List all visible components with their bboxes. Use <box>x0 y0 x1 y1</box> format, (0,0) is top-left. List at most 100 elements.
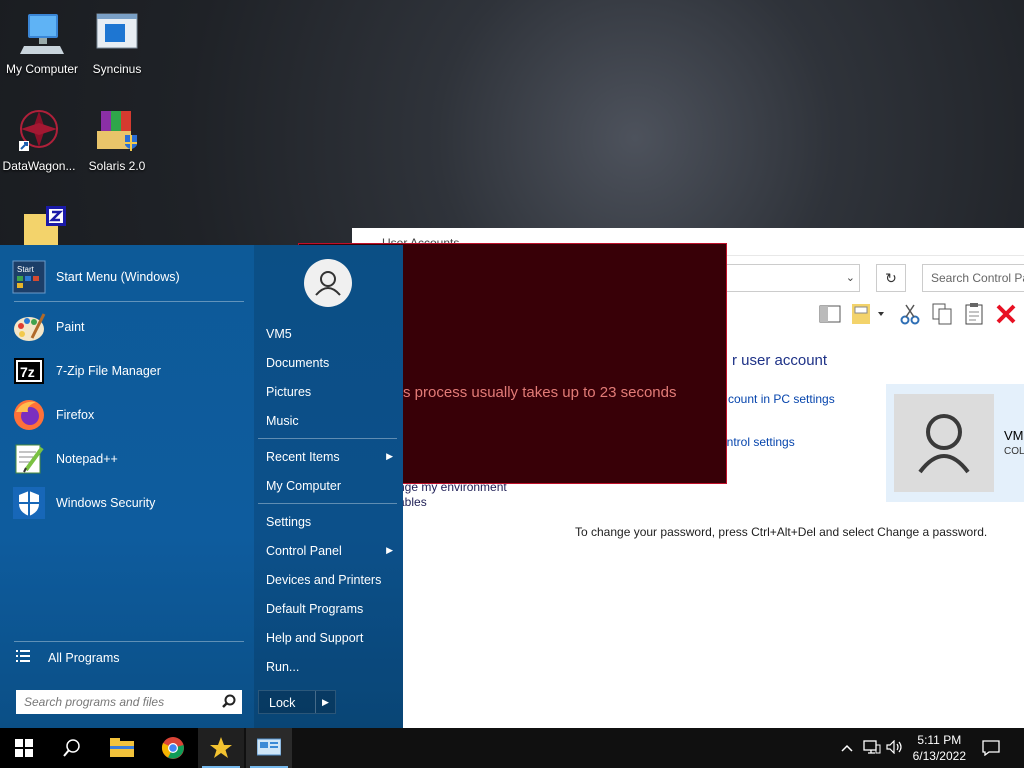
action-center-button[interactable] <box>968 728 1014 768</box>
control-panel-icon <box>257 738 281 756</box>
taskbar-file-explorer[interactable] <box>96 728 148 768</box>
system-tray <box>838 728 906 768</box>
places-pictures[interactable]: Pictures <box>266 385 311 399</box>
program-label: Start Menu (Windows) <box>56 270 180 284</box>
toolbar <box>818 302 1018 330</box>
taskbar-control-panel[interactable] <box>246 728 292 768</box>
taskbar-chrome[interactable] <box>148 728 198 768</box>
svg-text:7z: 7z <box>20 364 35 380</box>
copy-icon[interactable] <box>930 302 954 326</box>
password-note: To change your password, press Ctrl+Alt+… <box>575 525 988 539</box>
user-name: VM <box>1004 428 1024 443</box>
svg-text:Start: Start <box>17 265 35 274</box>
all-programs-button[interactable]: All Programs <box>16 649 120 666</box>
installer-box-icon <box>93 107 141 155</box>
taskbar: 5:11 PM 6/13/2022 <box>0 728 1024 768</box>
places-default-programs[interactable]: Default Programs <box>266 602 363 616</box>
search-input[interactable]: Search Control Pa <box>922 264 1024 292</box>
all-programs-label: All Programs <box>48 650 120 665</box>
chevron-down-icon[interactable]: ⌄ <box>846 271 855 284</box>
paste-icon[interactable] <box>962 302 986 326</box>
search-icon[interactable] <box>222 694 236 708</box>
divider <box>258 438 397 439</box>
chrome-icon <box>161 737 184 759</box>
program-start-menu[interactable]: Start Start Menu (Windows) <box>12 257 248 297</box>
places-music[interactable]: Music <box>266 414 299 428</box>
program-label: Notepad++ <box>56 452 118 466</box>
preview-pane-icon[interactable] <box>818 302 842 326</box>
divider <box>14 641 244 642</box>
chevron-right-icon: ▶ <box>386 545 393 555</box>
search-placeholder: Search programs and files <box>24 695 165 709</box>
account-control-link[interactable]: ontrol settings <box>720 435 795 449</box>
app-window-icon <box>93 10 141 58</box>
chevron-up-icon[interactable] <box>838 741 856 755</box>
divider <box>258 503 397 504</box>
refresh-button[interactable]: ↻ <box>876 264 906 292</box>
clock-time: 5:11 PM <box>917 733 962 747</box>
volume-icon[interactable] <box>884 739 906 757</box>
datawagon-icon <box>15 107 63 155</box>
places-my-computer[interactable]: My Computer <box>266 479 341 493</box>
taskbar-search-button[interactable] <box>48 728 96 768</box>
notepadpp-icon <box>12 442 46 476</box>
taskbar-clock[interactable]: 5:11 PM 6/13/2022 <box>913 732 966 764</box>
places-control-panel[interactable]: Control Panel <box>266 544 342 558</box>
program-label: 7-Zip File Manager <box>56 364 161 378</box>
computer-icon <box>18 10 66 58</box>
program-7zip[interactable]: 7z 7-Zip File Manager <box>12 351 248 391</box>
search-icon <box>63 739 80 757</box>
user-avatar-icon[interactable] <box>304 259 352 307</box>
desktop-icon-solaris[interactable]: Solaris 2.0 <box>75 107 159 173</box>
desktop-icon-label: My Computer <box>5 62 79 76</box>
desktop-icon-syncinus[interactable]: Syncinus <box>75 10 159 76</box>
start-button[interactable] <box>0 728 48 768</box>
desktop-icon-label: Solaris 2.0 <box>88 159 146 173</box>
start-search-input[interactable]: Search programs and files <box>16 690 242 714</box>
user-card: VM COL <box>886 384 1024 502</box>
list-icon <box>16 649 30 666</box>
taskbar-pinned-star[interactable] <box>198 728 244 768</box>
divider <box>14 301 244 302</box>
places-settings[interactable]: Settings <box>266 515 311 529</box>
program-firefox[interactable]: Firefox <box>12 395 248 435</box>
start-menu-places: VM5 Documents Pictures Music Recent Item… <box>254 245 403 728</box>
desktop-icon-label: Syncinus <box>92 62 142 76</box>
layout-icon[interactable] <box>850 302 890 326</box>
chevron-right-icon[interactable]: ▶ <box>315 691 335 713</box>
folder-icon <box>110 738 134 757</box>
pc-settings-link[interactable]: count in PC settings <box>728 392 835 406</box>
start-menu-app-icon: Start <box>12 260 46 294</box>
user-subtitle: COL <box>1004 446 1024 457</box>
user-avatar-icon <box>894 394 994 492</box>
delete-icon[interactable] <box>994 302 1018 326</box>
places-devices-printers[interactable]: Devices and Printers <box>266 573 381 587</box>
paint-icon <box>12 310 46 344</box>
places-help-support[interactable]: Help and Support <box>266 631 363 645</box>
start-menu-programs: Start Start Menu (Windows) Paint 7z 7-Zi… <box>0 245 254 728</box>
program-windows-security[interactable]: Windows Security <box>12 483 248 523</box>
section-heading: r user account <box>732 352 828 369</box>
clock-date: 6/13/2022 <box>912 749 966 763</box>
places-run[interactable]: Run... <box>266 660 299 674</box>
7zip-icon: 7z <box>12 354 46 388</box>
program-label: Firefox <box>56 408 95 422</box>
chevron-right-icon: ▶ <box>386 451 393 461</box>
windows-logo-icon <box>15 739 33 757</box>
overlay-message: s process usually takes up to 23 seconds <box>403 384 677 401</box>
places-recent-items[interactable]: Recent Items <box>266 450 340 464</box>
places-user[interactable]: VM5 <box>266 327 292 341</box>
lock-button[interactable]: Lock ▶ <box>258 690 336 714</box>
shield-icon <box>12 486 46 520</box>
program-notepadpp[interactable]: Notepad++ <box>12 439 248 479</box>
program-paint[interactable]: Paint <box>12 307 248 347</box>
desktop-icon-datawagon[interactable]: DataWagon... <box>0 107 81 173</box>
lock-label: Lock <box>269 696 296 710</box>
network-icon[interactable] <box>860 739 884 757</box>
places-documents[interactable]: Documents <box>266 356 329 370</box>
start-menu: Start Start Menu (Windows) Paint 7z 7-Zi… <box>0 245 403 728</box>
desktop-icon-my-computer[interactable]: My Computer <box>0 10 84 76</box>
desktop-icon-label: DataWagon... <box>2 159 76 173</box>
cut-icon[interactable] <box>898 302 922 326</box>
program-label: Windows Security <box>56 496 156 510</box>
